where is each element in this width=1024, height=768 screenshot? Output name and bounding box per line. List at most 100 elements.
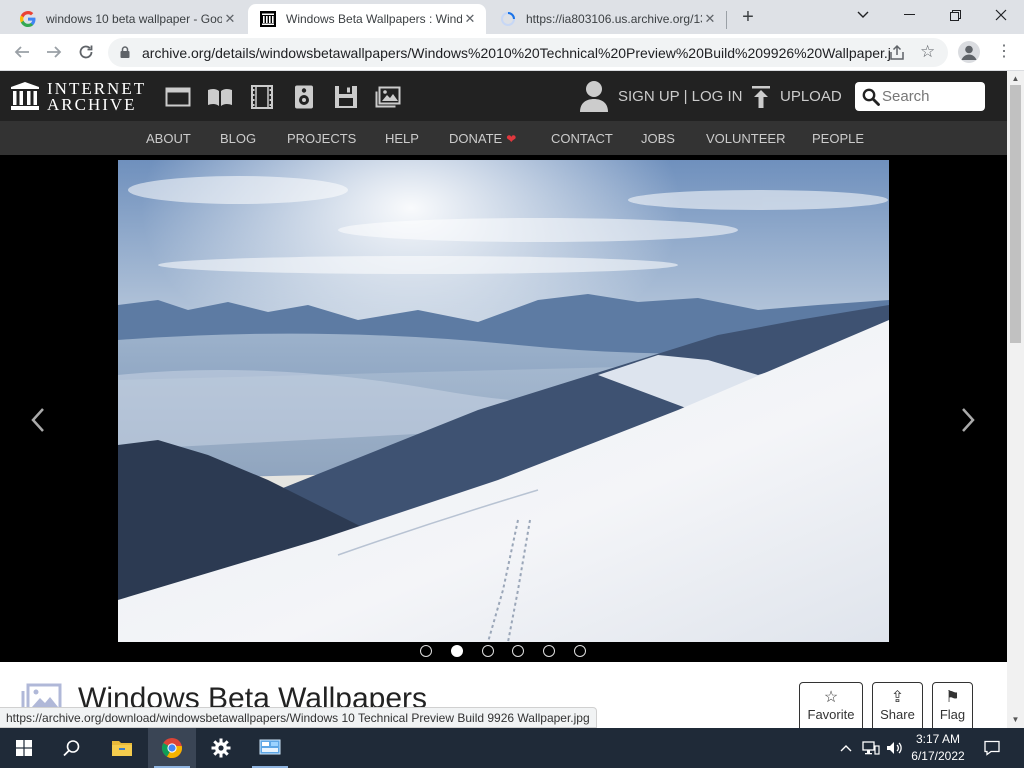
nav-volunteer[interactable]: VOLUNTEER (706, 131, 785, 146)
tab-close-icon[interactable]: ✕ (462, 11, 478, 27)
archive-building-icon (11, 82, 39, 110)
tab-title: https://ia803106.us.archive.org/13/items… (526, 12, 702, 26)
tray-overflow-icon[interactable] (838, 728, 854, 768)
reload-button[interactable] (74, 40, 98, 64)
ia-nav-bar: ABOUT BLOG PROJECTS HELP DONATE ❤ CONTACT… (0, 121, 1007, 155)
user-icon[interactable] (580, 80, 608, 112)
tab-archive-details[interactable]: Windows Beta Wallpapers : Windows Beta W… (248, 4, 486, 34)
gear-icon (211, 738, 231, 758)
share-button[interactable]: ⇪ Share (872, 682, 923, 728)
nav-help[interactable]: HELP (385, 131, 419, 146)
windows-logo-icon (16, 740, 32, 756)
forward-button[interactable] (42, 40, 66, 64)
tab-google-search[interactable]: windows 10 beta wallpaper - Google Searc… (8, 4, 246, 34)
link-status-bar: https://archive.org/download/windowsbeta… (0, 707, 597, 728)
slide-dot[interactable] (512, 645, 524, 657)
favorite-button[interactable]: ☆ Favorite (799, 682, 863, 728)
flag-label: Flag (939, 707, 966, 722)
search-icon (63, 740, 80, 757)
tab-title: Windows Beta Wallpapers : Windows Beta W… (286, 12, 462, 26)
scroll-up-icon[interactable]: ▲ (1011, 74, 1020, 83)
clock-time: 3:17 AM (915, 732, 961, 746)
taskbar-chrome[interactable] (148, 728, 196, 768)
audio-icon[interactable] (291, 85, 317, 109)
tab-archive-download[interactable]: https://ia803106.us.archive.org/13/items… (488, 4, 726, 34)
texts-icon[interactable] (207, 85, 233, 109)
flag-button[interactable]: ⚑ Flag (932, 682, 973, 728)
upload-link[interactable]: UPLOAD (780, 88, 842, 105)
control-panel-icon (259, 739, 281, 755)
notifications-icon[interactable] (980, 728, 1004, 768)
nav-projects[interactable]: PROJECTS (287, 131, 356, 146)
share-page-icon[interactable] (888, 44, 906, 62)
upload-icon[interactable] (751, 85, 771, 109)
search-icon (862, 88, 880, 106)
browser-toolbar: archive.org/details/windowsbetawallpaper… (0, 34, 1024, 71)
software-icon[interactable] (333, 85, 359, 109)
image-viewer (0, 155, 1007, 662)
web-icon[interactable] (165, 85, 191, 109)
scroll-down-icon[interactable]: ▼ (1011, 715, 1020, 724)
arrow-left-icon (14, 46, 29, 58)
tab-close-icon[interactable]: ✕ (222, 11, 238, 27)
archive-building-icon (260, 11, 276, 27)
back-button[interactable] (10, 40, 34, 64)
star-icon: ☆ (823, 689, 839, 706)
page-scrollbar[interactable]: ▲ ▼ (1007, 71, 1024, 728)
browser-tab-strip: windows 10 beta wallpaper - Google Searc… (0, 0, 1024, 34)
taskbar-control-panel[interactable] (246, 728, 294, 768)
nav-donate[interactable]: DONATE ❤ (449, 131, 516, 146)
tab-close-icon[interactable]: ✕ (702, 11, 718, 27)
nav-jobs[interactable]: JOBS (641, 131, 675, 146)
chrome-icon (161, 738, 183, 759)
taskbar-search-button[interactable] (48, 728, 96, 768)
close-window-button[interactable] (978, 0, 1024, 30)
browser-menu-icon[interactable]: ⋮ (996, 41, 1012, 63)
tab-search-icon[interactable] (840, 0, 886, 30)
google-g-icon (20, 11, 36, 27)
scroll-thumb[interactable] (1010, 85, 1021, 343)
restore-button[interactable] (932, 0, 978, 30)
bookmark-star-icon[interactable]: ☆ (920, 42, 935, 62)
slide-dot[interactable] (482, 645, 494, 657)
video-icon[interactable] (249, 85, 275, 109)
slide-dot[interactable] (420, 645, 432, 657)
clock-date: 6/17/2022 (911, 749, 965, 763)
nav-donate-label: DONATE (449, 131, 503, 146)
start-button[interactable] (0, 728, 48, 768)
share-icon: ⇪ (890, 689, 905, 706)
network-icon[interactable] (860, 728, 882, 768)
ia-header: INTERNET ARCHIVE SIGN UP | LOG IN UPLOAD (0, 71, 1007, 121)
new-tab-button[interactable]: + (737, 6, 759, 28)
address-bar[interactable]: archive.org/details/windowsbetawallpaper… (108, 38, 948, 67)
chevron-left-icon[interactable] (28, 405, 48, 435)
ia-logo[interactable]: INTERNET ARCHIVE (10, 80, 150, 114)
taskbar-clock[interactable]: 3:17 AM 6/17/2022 (905, 731, 971, 765)
slide-dot[interactable] (574, 645, 586, 657)
signup-login-link[interactable]: SIGN UP | LOG IN (618, 88, 742, 105)
slide-dot-active[interactable] (451, 645, 463, 657)
lock-icon (120, 46, 130, 58)
profile-avatar[interactable] (958, 41, 980, 63)
volume-icon[interactable] (884, 728, 906, 768)
nav-people[interactable]: PEOPLE (812, 131, 864, 146)
taskbar-file-explorer[interactable] (98, 728, 146, 768)
ia-search-box[interactable] (855, 82, 985, 111)
tab-separator (726, 11, 727, 29)
nav-about[interactable]: ABOUT (146, 131, 191, 146)
slide-dot[interactable] (543, 645, 555, 657)
images-icon[interactable] (375, 85, 401, 109)
tab-title: windows 10 beta wallpaper - Google Searc… (46, 12, 222, 26)
chevron-right-icon[interactable] (958, 405, 978, 435)
nav-contact[interactable]: CONTACT (551, 131, 613, 146)
wallpaper-image[interactable] (118, 160, 889, 642)
minimize-button[interactable] (886, 0, 932, 30)
flag-icon: ⚑ (945, 689, 960, 706)
taskbar-settings[interactable] (197, 728, 245, 768)
person-icon (961, 45, 977, 60)
nav-blog[interactable]: BLOG (220, 131, 256, 146)
url-text[interactable]: archive.org/details/windowsbetawallpaper… (142, 45, 890, 61)
ia-logo-text: INTERNET ARCHIVE (47, 79, 147, 114)
search-input[interactable] (882, 86, 980, 107)
loading-spinner-icon (500, 11, 516, 27)
